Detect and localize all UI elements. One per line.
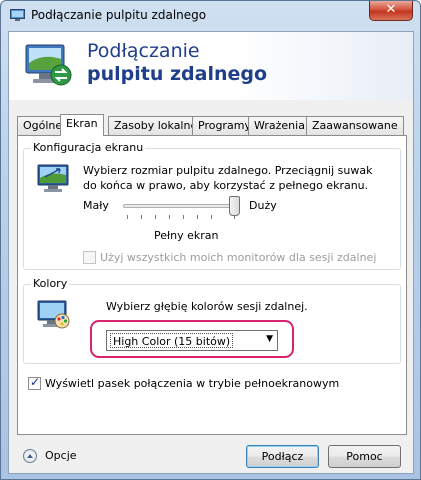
tab-advanced[interactable]: Zaawansowane [306, 116, 404, 135]
color-depth-value: High Color (15 bitów) [110, 333, 234, 348]
help-button-label: Pomoc [346, 450, 383, 463]
dialog-footer: Opcje Podłącz Pomoc [9, 436, 413, 473]
options-label[interactable]: Opcje [45, 449, 77, 462]
banner-title-line1: Podłączanie [87, 40, 200, 62]
dialog-client-area: Podłączanie pulpitu zdalnego Ogólne Ekra… [8, 31, 414, 474]
size-slider-track[interactable] [123, 204, 233, 208]
slider-tick [169, 215, 170, 219]
size-slider-thumb[interactable] [229, 196, 240, 216]
monitor-icon [37, 164, 69, 192]
slider-max-label: Duży [249, 199, 277, 212]
slider-tick [211, 215, 212, 219]
display-config-group: Konfiguracja ekranu Wybierz rozmiar pulp… [23, 141, 401, 270]
color-palette-icon [37, 300, 70, 329]
title-bar[interactable]: Podłączanie pulpitu zdalnego ✕ [1, 1, 420, 31]
multi-monitor-checkbox[interactable] [83, 251, 96, 264]
colors-group-label: Kolory [31, 277, 70, 290]
slider-tick [155, 215, 156, 219]
check-icon: ✓ [30, 375, 41, 389]
options-toggle-icon[interactable] [23, 449, 37, 463]
connection-bar-checkbox[interactable]: ✓ [28, 375, 41, 390]
window-title: Podłączanie pulpitu zdalnego [31, 8, 207, 22]
slider-tick [141, 215, 142, 219]
tab-experience[interactable]: Wrażenia [248, 116, 311, 135]
close-button[interactable]: ✕ [369, 1, 413, 21]
connection-bar-label: Wyświetl pasek połączenia w trybie pełno… [45, 377, 340, 390]
banner-title-line2: pulpitu zdalnego [87, 63, 268, 85]
connect-button[interactable]: Podłącz [246, 445, 319, 468]
chevron-down-icon: ▼ [266, 334, 273, 344]
display-config-description: Wybierz rozmiar pulpitu zdalnego. Przeci… [83, 164, 373, 192]
rdp-window: Podłączanie pulpitu zdalnego ✕ Podłączan… [0, 0, 421, 480]
tab-display[interactable]: Ekran [60, 114, 104, 136]
slider-tick [127, 215, 128, 219]
tab-label: Zasoby lokalne [114, 119, 198, 132]
colors-group: Kolory Wybierz głębię kolorów sesji zdal… [23, 277, 401, 364]
close-icon: ✕ [385, 2, 397, 17]
tab-label: Ekran [66, 117, 98, 130]
tab-label: Zaawansowane [312, 119, 398, 132]
color-depth-select[interactable]: High Color (15 bitów) ▼ [106, 330, 278, 351]
display-size-value: Pełny ekran [154, 229, 219, 242]
display-tab-panel: Konfiguracja ekranu Wybierz rozmiar pulp… [17, 135, 407, 435]
help-button[interactable]: Pomoc [328, 445, 401, 468]
tab-strip: Ogólne Ekran Zasoby lokalne Programy Wra… [17, 114, 407, 136]
colors-description: Wybierz głębię kolorów sesji zdalnej. [106, 300, 308, 313]
remote-desktop-small-icon [10, 9, 25, 21]
tab-label: Wrażenia [254, 119, 305, 132]
slider-tick [197, 215, 198, 219]
slider-min-label: Mały [83, 199, 109, 212]
remote-desktop-icon [25, 44, 72, 86]
tab-label: Ogólne [23, 119, 63, 132]
slider-tick [183, 215, 184, 219]
display-config-group-label: Konfiguracja ekranu [31, 141, 146, 154]
connect-button-label: Podłącz [261, 450, 304, 463]
multi-monitor-label: Użyj wszystkich moich monitorów dla sesj… [100, 251, 377, 264]
tab-label: Programy [198, 119, 251, 132]
tab-local-resources[interactable]: Zasoby lokalne [108, 116, 204, 135]
header-banner: Podłączanie pulpitu zdalnego [9, 32, 413, 100]
